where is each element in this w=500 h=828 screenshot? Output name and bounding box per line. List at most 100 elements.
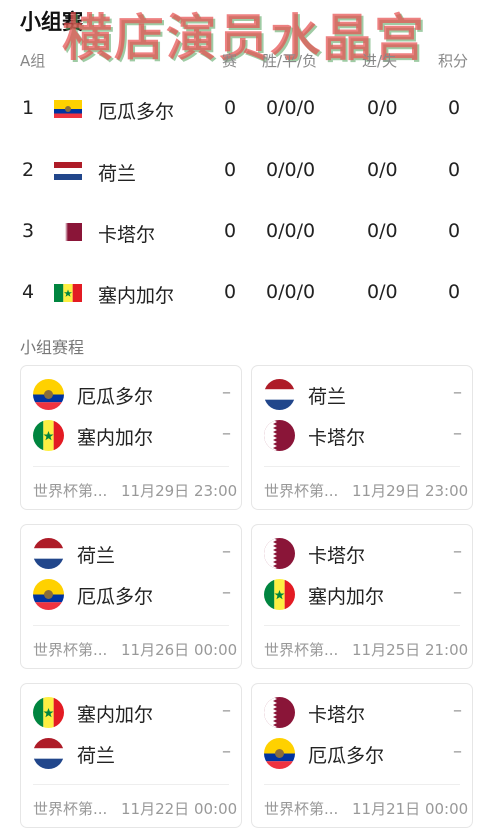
netherlands-flag-icon bbox=[33, 738, 64, 769]
goals: 0/0 bbox=[367, 97, 398, 119]
away-team: 荷兰 – bbox=[33, 738, 241, 770]
team-score: – bbox=[222, 382, 231, 403]
divider bbox=[264, 784, 460, 785]
match-card[interactable]: 厄瓜多尔 – 塞内加尔 – 世界杯第... 11月29日 23:00 bbox=[20, 365, 242, 510]
team-name: 塞内加尔 bbox=[98, 285, 175, 307]
team-score: – bbox=[453, 382, 462, 403]
qatar-flag-icon bbox=[264, 420, 295, 451]
goals: 0/0 bbox=[367, 159, 398, 181]
team-score: – bbox=[222, 423, 231, 444]
points: 0 bbox=[448, 220, 461, 242]
away-team: 厄瓜多尔 – bbox=[264, 738, 472, 770]
rank: 1 bbox=[22, 97, 35, 119]
standing-row[interactable]: 3 卡塔尔 0 0/0/0 0/0 0 bbox=[0, 212, 500, 252]
team-name: 塞内加尔 bbox=[77, 704, 154, 726]
points: 0 bbox=[448, 159, 461, 181]
group-label: A组 bbox=[20, 52, 46, 70]
team-name: 卡塔尔 bbox=[98, 224, 156, 246]
team-name: 塞内加尔 bbox=[77, 427, 154, 449]
standings-header: A组 赛 胜/平/负 进/失 积分 bbox=[0, 50, 500, 72]
team-name: 荷兰 bbox=[98, 163, 137, 185]
goals: 0/0 bbox=[367, 281, 398, 303]
col-points: 积分 bbox=[438, 52, 469, 70]
competition: 世界杯第... bbox=[33, 482, 108, 500]
divider bbox=[264, 466, 460, 467]
points: 0 bbox=[448, 281, 461, 303]
standing-row[interactable]: 2 荷兰 0 0/0/0 0/0 0 bbox=[0, 151, 500, 191]
away-team: 塞内加尔 – bbox=[264, 579, 472, 611]
divider bbox=[264, 625, 460, 626]
wdl: 0/0/0 bbox=[266, 97, 316, 119]
match-card[interactable]: 荷兰 – 卡塔尔 – 世界杯第... 11月29日 23:00 bbox=[251, 365, 473, 510]
schedule-title: 小组赛程 bbox=[20, 338, 85, 357]
match-card[interactable]: 塞内加尔 – 荷兰 – 世界杯第... 11月22日 00:00 bbox=[20, 683, 242, 828]
match-time: 11月25日 21:00 bbox=[352, 641, 469, 659]
team-name: 卡塔尔 bbox=[308, 704, 366, 726]
competition: 世界杯第... bbox=[264, 641, 339, 659]
senegal-flag-icon bbox=[33, 420, 64, 451]
team-name: 卡塔尔 bbox=[308, 427, 366, 449]
qatar-flag-icon bbox=[60, 223, 82, 241]
team-score: – bbox=[222, 582, 231, 603]
netherlands-flag-icon bbox=[54, 162, 82, 180]
team-name: 厄瓜多尔 bbox=[98, 101, 175, 123]
ecuador-flag-icon bbox=[33, 579, 64, 610]
col-played: 赛 bbox=[222, 52, 238, 70]
senegal-flag-icon bbox=[264, 579, 295, 610]
competition: 世界杯第... bbox=[264, 482, 339, 500]
team-name: 荷兰 bbox=[77, 745, 116, 767]
competition: 世界杯第... bbox=[33, 641, 108, 659]
rank: 2 bbox=[22, 159, 35, 181]
team-score: – bbox=[222, 541, 231, 562]
team-name: 厄瓜多尔 bbox=[308, 745, 385, 767]
page-title: 小组赛 bbox=[20, 10, 83, 34]
wdl: 0/0/0 bbox=[266, 281, 316, 303]
home-team: 塞内加尔 – bbox=[33, 697, 241, 729]
rank: 4 bbox=[22, 281, 35, 303]
wdl: 0/0/0 bbox=[266, 220, 316, 242]
team-name: 卡塔尔 bbox=[308, 545, 366, 567]
away-team: 塞内加尔 – bbox=[33, 420, 241, 452]
team-name: 厄瓜多尔 bbox=[77, 386, 154, 408]
qatar-flag-icon bbox=[264, 697, 295, 728]
divider bbox=[33, 784, 229, 785]
wdl: 0/0/0 bbox=[266, 159, 316, 181]
divider bbox=[33, 625, 229, 626]
team-name: 荷兰 bbox=[308, 386, 347, 408]
col-wdl: 胜/平/负 bbox=[262, 52, 318, 70]
match-card[interactable]: 荷兰 – 厄瓜多尔 – 世界杯第... 11月26日 00:00 bbox=[20, 524, 242, 669]
match-time: 11月26日 00:00 bbox=[121, 641, 238, 659]
senegal-flag-icon bbox=[33, 697, 64, 728]
home-team: 卡塔尔 – bbox=[264, 697, 472, 729]
home-team: 厄瓜多尔 – bbox=[33, 379, 241, 411]
away-team: 卡塔尔 – bbox=[264, 420, 472, 452]
team-name: 荷兰 bbox=[77, 545, 116, 567]
team-score: – bbox=[222, 741, 231, 762]
team-score: – bbox=[453, 582, 462, 603]
ecuador-flag-icon bbox=[54, 100, 82, 118]
played: 0 bbox=[224, 281, 237, 303]
standing-row[interactable]: 1 厄瓜多尔 0 0/0/0 0/0 0 bbox=[0, 89, 500, 129]
match-card[interactable]: 卡塔尔 – 厄瓜多尔 – 世界杯第... 11月21日 00:00 bbox=[251, 683, 473, 828]
ecuador-flag-icon bbox=[264, 738, 295, 769]
team-score: – bbox=[453, 541, 462, 562]
goals: 0/0 bbox=[367, 220, 398, 242]
played: 0 bbox=[224, 220, 237, 242]
qatar-flag-icon bbox=[264, 538, 295, 569]
ecuador-flag-icon bbox=[33, 379, 64, 410]
away-team: 厄瓜多尔 – bbox=[33, 579, 241, 611]
match-time: 11月29日 23:00 bbox=[352, 482, 469, 500]
netherlands-flag-icon bbox=[33, 538, 64, 569]
points: 0 bbox=[448, 97, 461, 119]
match-card[interactable]: 卡塔尔 – 塞内加尔 – 世界杯第... 11月25日 21:00 bbox=[251, 524, 473, 669]
team-score: – bbox=[453, 700, 462, 721]
home-team: 荷兰 – bbox=[264, 379, 472, 411]
played: 0 bbox=[224, 159, 237, 181]
team-name: 塞内加尔 bbox=[308, 586, 385, 608]
match-time: 11月29日 23:00 bbox=[121, 482, 238, 500]
played: 0 bbox=[224, 97, 237, 119]
divider bbox=[33, 466, 229, 467]
netherlands-flag-icon bbox=[264, 379, 295, 410]
col-goals: 进/失 bbox=[362, 52, 398, 70]
standing-row[interactable]: 4 塞内加尔 0 0/0/0 0/0 0 bbox=[0, 273, 500, 313]
